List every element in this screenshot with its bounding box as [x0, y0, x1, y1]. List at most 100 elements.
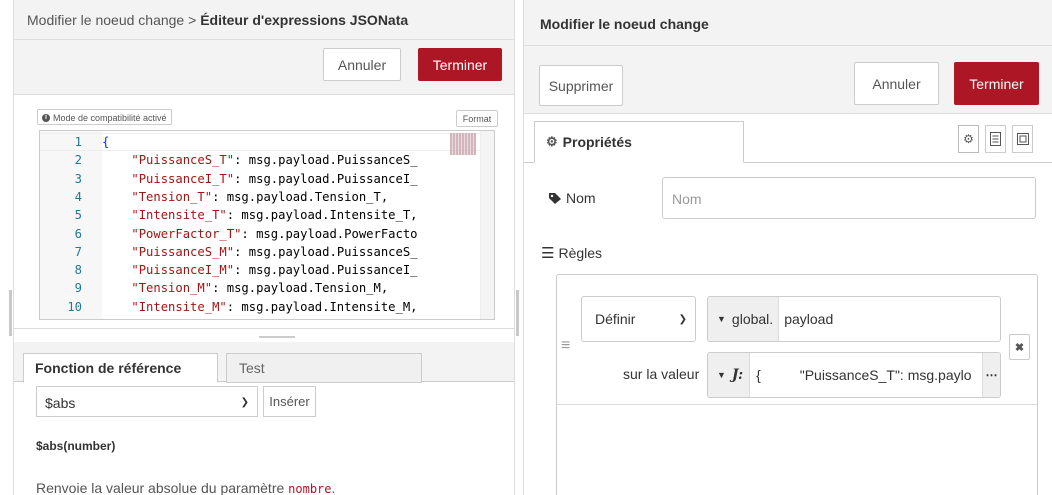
code-key: "PuissanceI_M"	[131, 263, 235, 278]
code-text: {	[102, 133, 109, 151]
right-resize-handle[interactable]	[516, 290, 519, 336]
name-label: Nom	[566, 190, 596, 206]
compat-mode-badge[interactable]: i Mode de compatibilité activé	[37, 109, 172, 125]
breadcrumb-current: Éditeur d'expressions JSONata	[200, 12, 409, 28]
chevron-down-icon: ❯	[240, 397, 249, 408]
rule-target-input[interactable]: ▼ global. payload	[707, 296, 1001, 342]
code-line[interactable]: 6 "PowerFactor_T": msg.payload.PowerFact…	[40, 225, 494, 243]
function-select[interactable]: $abs ❯	[36, 386, 258, 417]
code-line[interactable]: 10 "Intensite_M": msg.payload.Intensite_…	[40, 298, 494, 316]
rule-value-type[interactable]: ▼ J:	[708, 353, 751, 397]
tag-icon	[549, 192, 561, 204]
minimap[interactable]	[450, 133, 476, 155]
left-resize-handle[interactable]	[9, 290, 12, 336]
tab-properties[interactable]: ⚙ Propriétés	[534, 121, 744, 163]
remove-rule-button[interactable]: ✖	[1009, 334, 1030, 360]
code-line[interactable]: 8 "PuissanceI_M": msg.payload.PuissanceI…	[40, 261, 494, 279]
code-text: "PuissanceI_M": msg.payload.PuissanceI_	[102, 261, 417, 279]
compat-mode-label: Mode de compatibilité activé	[53, 113, 167, 123]
tab-settings-icon[interactable]: ⚙	[958, 125, 979, 153]
code-line[interactable]: 1{	[40, 133, 494, 151]
tray-toolbar: Supprimer Annuler Terminer	[524, 46, 1052, 114]
name-input[interactable]: Nom	[662, 177, 1036, 219]
rule-value-text[interactable]: { "PuissanceS_T": msg.paylo	[750, 353, 971, 397]
rule-target-type[interactable]: ▼ global.	[708, 297, 780, 341]
done-button-node[interactable]: Terminer	[954, 62, 1039, 105]
done-button[interactable]: Terminer	[418, 48, 502, 81]
line-number: 2	[74, 153, 82, 168]
insert-button[interactable]: Insérer	[263, 386, 316, 417]
code-key: "PuissanceS_M"	[131, 244, 235, 259]
cancel-button[interactable]: Annuler	[323, 48, 401, 81]
frame-icon	[1016, 133, 1029, 145]
rules-list: ≡ Définir ❯ ▼ global. payload sur la vale…	[556, 274, 1038, 495]
code-value: : msg.payload.Tension_T,	[212, 189, 389, 204]
tab-properties-label: Propriétés	[562, 134, 632, 150]
code-text: "PuissanceI_T": msg.payload.PuissanceI_	[102, 170, 418, 188]
code-line[interactable]: 5 "Intensite_T": msg.payload.Intensite_T…	[40, 206, 494, 224]
rule-target-type-label: global.	[731, 311, 774, 327]
breadcrumb-parent[interactable]: Modifier le noeud change	[27, 12, 184, 28]
code-value: : msg.payload.Tension_M,	[212, 281, 389, 296]
rule-target-value[interactable]: payload	[779, 297, 833, 341]
line-number: 6	[74, 226, 82, 241]
code-line[interactable]: 4 "Tension_T": msg.payload.Tension_T,	[40, 188, 494, 206]
breadcrumb-separator: >	[184, 12, 201, 28]
code-key: "Tension_M"	[131, 281, 213, 296]
tab-function-reference[interactable]: Fonction de référence	[23, 353, 218, 383]
cancel-button-node[interactable]: Annuler	[854, 62, 939, 105]
code-text: "PuissanceS_T": msg.payload.PuissanceS_	[102, 151, 417, 169]
editor-scrollbar[interactable]	[480, 131, 494, 319]
list-icon: ☰	[541, 245, 555, 262]
jsonata-icon: J:	[731, 367, 744, 383]
code-text: "Tension_M": msg.payload.Tension_M,	[102, 279, 388, 297]
code-line[interactable]: 3 "PuissanceI_T": msg.payload.PuissanceI…	[40, 170, 494, 188]
code-line[interactable]: 7 "PuissanceS_M": msg.payload.PuissanceS…	[40, 243, 494, 261]
splitter-grip[interactable]	[259, 336, 295, 338]
drag-handle-icon[interactable]: ≡	[561, 337, 570, 355]
rule-action-select[interactable]: Définir ❯	[581, 296, 696, 342]
function-description: Renvoie la valeur absolue du paramètre n…	[36, 480, 335, 495]
description-text: Renvoie la valeur absolue du paramètre	[36, 480, 289, 495]
code-key: "Intensite_T"	[131, 208, 227, 223]
info-icon: i	[42, 114, 50, 122]
code-value: : msg.payload.PowerFacto	[241, 226, 418, 241]
rule-to-label: sur la valeur	[623, 366, 700, 382]
tab-description-icon[interactable]	[985, 125, 1006, 153]
panel-splitter[interactable]	[14, 328, 514, 342]
code-editor[interactable]: 1{2 "PuissanceS_T": msg.payload.Puissanc…	[39, 130, 495, 320]
format-button[interactable]: Format	[456, 110, 498, 127]
code-value: : msg.payload.PuissanceI_	[234, 171, 418, 186]
code-text: "PuissanceS_M": msg.payload.PuissanceS_	[102, 243, 418, 261]
line-number: 4	[74, 189, 82, 204]
line-number: 10	[67, 299, 82, 314]
editor-toolbar: Annuler Terminer	[14, 40, 514, 95]
function-select-value: $abs	[45, 395, 76, 411]
change-node-tray: Modifier le noeud change Supprimer Annul…	[523, 0, 1052, 495]
close-icon: ✖	[1014, 341, 1025, 354]
code-text: "Intensite_M": msg.payload.Intensite_M,	[102, 298, 418, 316]
rule-row: ≡ Définir ❯ ▼ global. payload sur la vale…	[557, 277, 1037, 405]
rules-label: Règles	[558, 245, 603, 261]
gear-icon: ⚙	[546, 134, 558, 149]
delete-button[interactable]: Supprimer	[539, 65, 623, 106]
line-number: 7	[74, 244, 82, 259]
description-suffix: .	[331, 480, 336, 495]
code-line[interactable]: 2 "PuissanceS_T": msg.payload.PuissanceS…	[40, 151, 494, 169]
code-text: "Intensite_T": msg.payload.Intensite_T,	[102, 206, 418, 224]
tab-test[interactable]: Test	[226, 353, 422, 383]
line-number: 3	[74, 171, 82, 186]
code-value: : msg.payload.PuissanceS_	[234, 244, 418, 259]
code-text: "Tension_T": msg.payload.Tension_T,	[102, 188, 388, 206]
code-value: : msg.payload.Intensite_T,	[226, 208, 418, 223]
function-signature: $abs(number)	[36, 439, 116, 453]
expand-editor-button[interactable]: ⋯	[982, 353, 1000, 397]
code-text: "PowerFactor_T": msg.payload.PowerFacto	[102, 225, 418, 243]
code-line[interactable]: 9 "Tension_M": msg.payload.Tension_M,	[40, 279, 494, 297]
code-value: : msg.payload.Intensite_M,	[226, 299, 418, 314]
document-icon	[990, 132, 1001, 146]
rule-value-input[interactable]: ▼ J: { "PuissanceS_T": msg.paylo ⋯	[707, 352, 1001, 398]
tab-appearance-icon[interactable]	[1012, 125, 1033, 153]
code-key: "PowerFactor_T"	[131, 226, 242, 241]
code-key: "Intensite_M"	[131, 299, 227, 314]
